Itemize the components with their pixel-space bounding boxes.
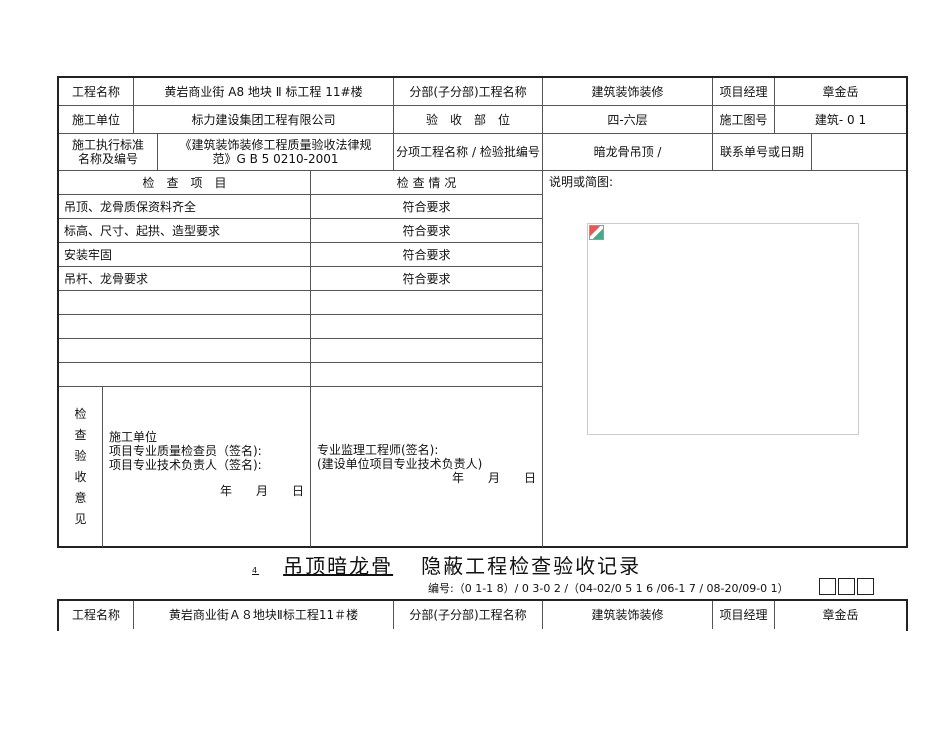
code-box[interactable]	[838, 578, 855, 595]
sig-line: 施工单位	[109, 430, 158, 444]
sig-line: (建设单位项目专业技术负责人)	[317, 457, 483, 471]
contact	[812, 134, 906, 171]
location: 四-六层	[543, 106, 713, 134]
status-header: 检 查 情 况	[311, 171, 543, 195]
supervisor-signature: 专业监理工程师(签名): (建设单位项目专业技术负责人) 年 月 日	[311, 387, 543, 547]
check-status	[311, 339, 543, 363]
standard: 《建筑装饰装修工程质量验收法律规范》G B 5 0210-2001	[158, 134, 394, 171]
subitem: 暗龙骨吊顶 /	[543, 134, 713, 171]
drawing: 建筑- 0 1	[775, 106, 906, 134]
code-box[interactable]	[857, 578, 874, 595]
project-name-label: 工程名称	[59, 601, 134, 629]
division: 建筑装饰装修	[543, 601, 713, 629]
division-label: 分部(子分部)工程名称	[394, 601, 543, 629]
check-item: 安装牢固	[59, 243, 311, 267]
check-item: 吊杆、龙骨要求	[59, 267, 311, 291]
broken-image-icon	[589, 225, 604, 240]
contractor-signature: 施工单位 项目专业质量检查员（签名): 项目专业技术负责人（签名): 年 月 日	[103, 387, 311, 547]
sketch-image	[587, 223, 859, 435]
check-status	[311, 363, 543, 387]
check-status	[311, 315, 543, 339]
code-boxes	[819, 578, 874, 595]
project-name: 黄岩商业街Ａ８地块Ⅱ标工程11＃楼	[134, 601, 394, 629]
check-status: 符合要求	[311, 267, 543, 291]
manager-label: 项目经理	[713, 78, 775, 106]
contractor: 标力建设集团工程有限公司	[134, 106, 394, 134]
check-item	[59, 339, 311, 363]
opinion-label: 检查验收意见	[59, 387, 103, 547]
check-item	[59, 315, 311, 339]
record-code: 编号:（0 1-1 8）/ 0 3-0 2 /（04-02/0 5 1 6 /0…	[428, 582, 789, 595]
manager-label: 项目经理	[713, 601, 775, 629]
division: 建筑装饰装修	[543, 78, 713, 106]
project-name: 黄岩商业街 A8 地块 Ⅱ 标工程 11#楼	[134, 78, 394, 106]
page-title: 4 吊顶暗龙骨 隐蔽工程检查验收记录	[252, 550, 641, 579]
sig-line: 项目专业质量检查员（签名):	[109, 444, 262, 458]
sig-date: 年 月 日	[451, 471, 536, 485]
subitem-label: 分项工程名称 / 检验批编号	[394, 134, 543, 171]
standard-label: 施工执行标准名称及编号	[59, 134, 158, 171]
division-label: 分部(子分部)工程名称	[394, 78, 543, 106]
title-rest: 隐蔽工程检查验收记录	[421, 554, 642, 578]
check-status	[311, 291, 543, 315]
contact-label: 联系单号或日期	[713, 134, 812, 171]
check-status: 符合要求	[311, 219, 543, 243]
sig-date: 年 月 日	[219, 484, 304, 498]
item-header: 检 查 项 目	[59, 171, 311, 195]
project-name-label: 工程名称	[59, 78, 134, 106]
contractor-label: 施工单位	[59, 106, 134, 134]
check-status: 符合要求	[311, 243, 543, 267]
check-item	[59, 291, 311, 315]
check-item: 标高、尺寸、起拱、造型要求	[59, 219, 311, 243]
notes-label: 说明或简图:	[549, 175, 614, 189]
manager: 章金岳	[822, 608, 859, 622]
drawing-label: 施工图号	[713, 106, 775, 134]
code-box[interactable]	[819, 578, 836, 595]
location-label: 验 收 部 位	[394, 106, 543, 134]
sig-line: 专业监理工程师(签名):	[317, 443, 439, 457]
manager: 章金岳	[775, 78, 906, 106]
sig-line: 项目专业技术负责人（签名):	[109, 458, 262, 472]
check-item: 吊顶、龙骨质保资料齐全	[59, 195, 311, 219]
check-status: 符合要求	[311, 195, 543, 219]
title-subject: 吊顶暗龙骨	[283, 554, 394, 578]
check-item	[59, 363, 311, 387]
